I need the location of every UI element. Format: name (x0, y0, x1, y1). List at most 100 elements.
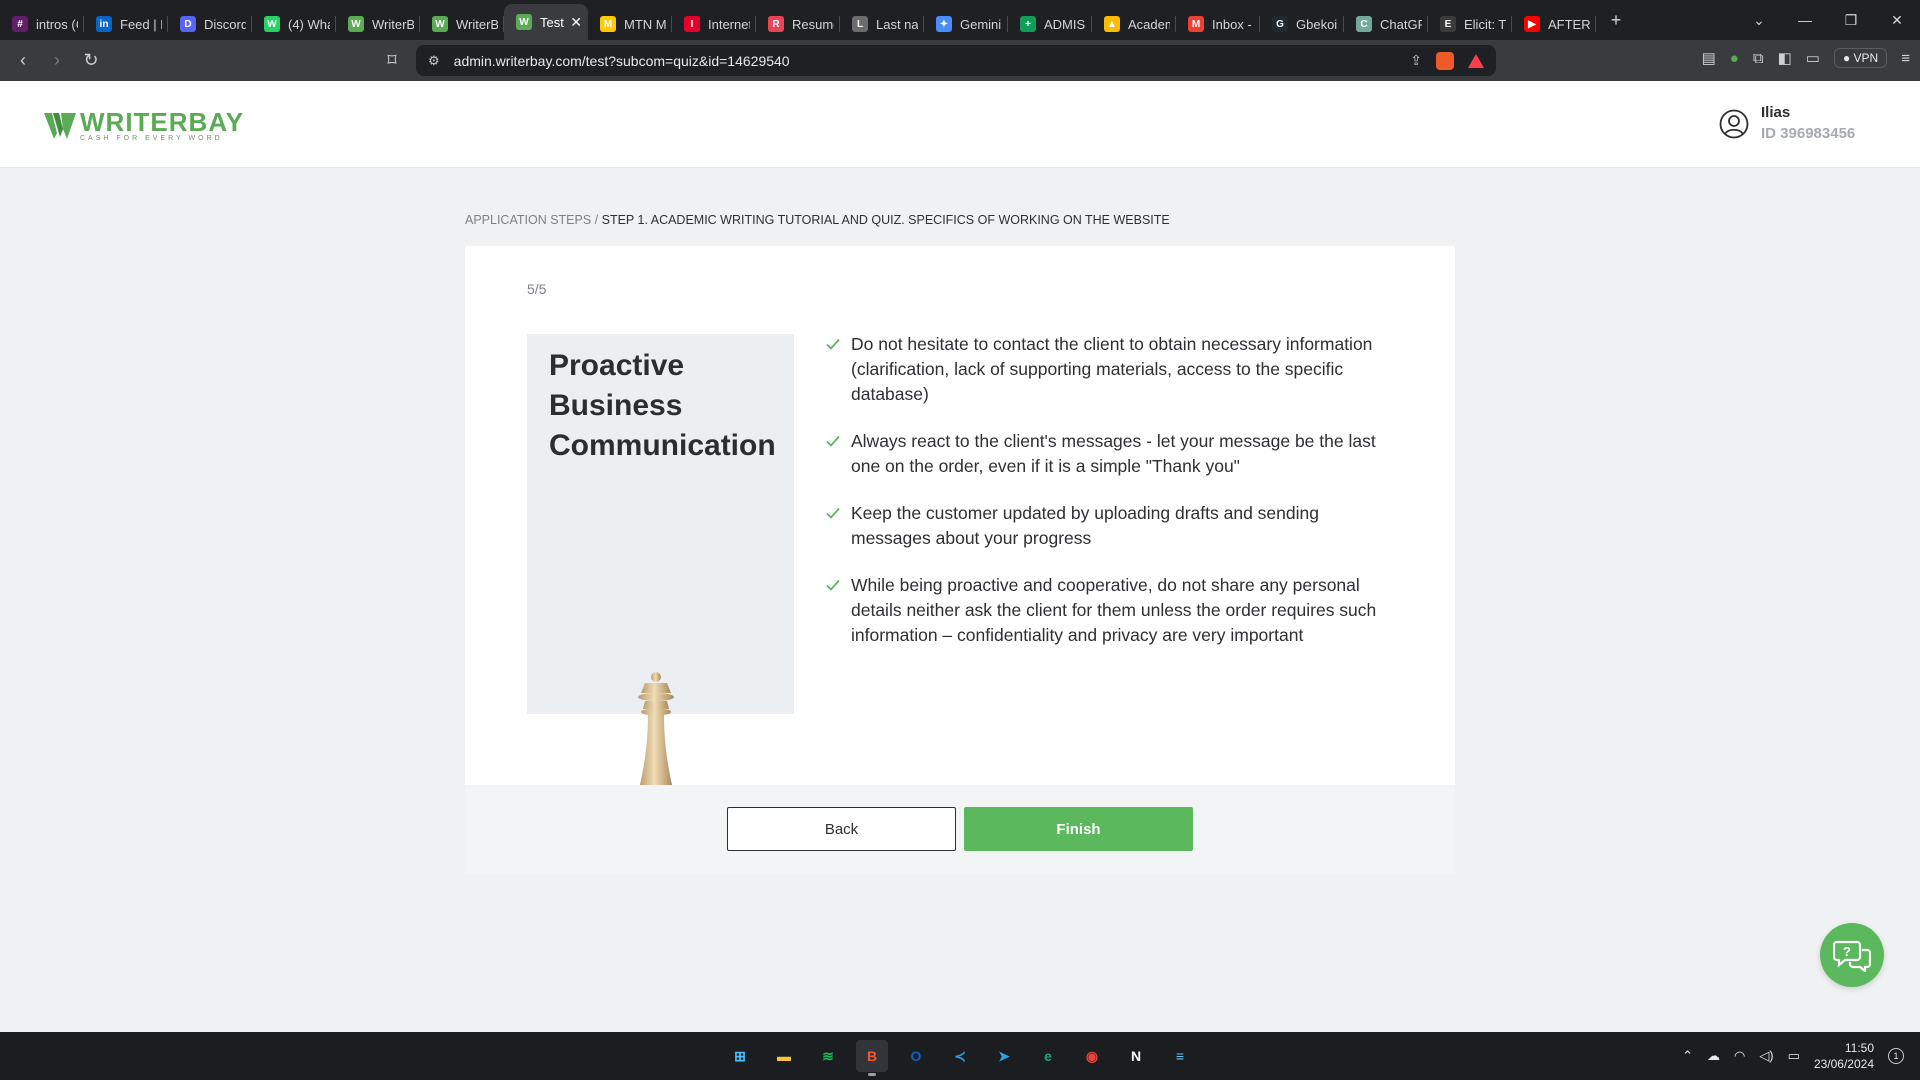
menu-icon[interactable]: ≡ (1901, 50, 1910, 67)
browser-tab[interactable]: ▲ Academ (1092, 8, 1176, 40)
browser-tab[interactable]: R Resume (756, 8, 840, 40)
browser-toolbar: ‹ › ↻ ⌑ ⚙ admin.writerbay.com/test?subco… (0, 40, 1920, 81)
notion-icon[interactable]: N (1120, 1040, 1152, 1072)
browser-tab[interactable]: M MTN Mo (588, 8, 672, 40)
tip-item: Do not hesitate to contact the client to… (825, 332, 1385, 407)
browser-tab[interactable]: L Last nam (840, 8, 924, 40)
share-icon[interactable]: ⇪ (1410, 52, 1422, 69)
browser-tab[interactable]: # intros (C (0, 8, 84, 40)
tab-title: Elicit: Th (1464, 16, 1506, 32)
browser-tab[interactable]: in Feed | Li (84, 8, 168, 40)
tab-title: AFTER S (1548, 16, 1590, 32)
clock-time: 11:50 (1844, 1041, 1874, 1055)
user-menu[interactable]: Ilias ID 396983456 (1719, 103, 1855, 145)
check-icon (826, 579, 840, 591)
vscode-icon[interactable]: ≺ (944, 1040, 976, 1072)
browser-tab[interactable]: ✦ Gemini (924, 8, 1008, 40)
forward-nav-icon[interactable]: › (40, 44, 74, 78)
browser-tab[interactable]: ▶ AFTER S (1512, 8, 1596, 40)
onedrive-icon[interactable]: ☁ (1707, 1048, 1720, 1064)
writerbay-logo-icon (44, 113, 76, 139)
tab-favicon-icon: C (1356, 16, 1372, 32)
brave-rewards-icon[interactable] (1468, 53, 1484, 68)
chrome-icon[interactable]: ◉ (1076, 1040, 1108, 1072)
start-icon[interactable]: ⊞ (724, 1040, 756, 1072)
browser-tab[interactable]: G Gbekoi (1260, 8, 1344, 40)
tab-title: Inbox - (1212, 16, 1252, 32)
outlook-icon[interactable]: O (900, 1040, 932, 1072)
close-window-button[interactable]: ✕ (1874, 0, 1920, 40)
tab-favicon-icon: M (1188, 16, 1204, 32)
new-tab-button[interactable]: + (1596, 10, 1636, 31)
writerbay-logo[interactable]: WRITERBAY CASH FOR EVERY WORD (44, 109, 244, 143)
omnibox-actions: ⇪ (1410, 51, 1484, 70)
user-avatar-icon (1719, 109, 1749, 139)
browser-tab[interactable]: W (4) What (252, 8, 336, 40)
reload-icon[interactable]: ↻ (74, 44, 108, 78)
site-settings-icon[interactable]: ⚙ (428, 53, 440, 69)
brave-icon[interactable]: B (856, 1040, 888, 1076)
brave-shields-icon[interactable] (1436, 51, 1454, 70)
tab-favicon-icon: D (180, 16, 196, 32)
tab-favicon-icon: # (12, 16, 28, 32)
file-explorer-icon[interactable]: ▬ (768, 1040, 800, 1072)
battery-icon[interactable]: ▭ (1788, 1048, 1800, 1064)
help-chat-button[interactable]: ? (1820, 923, 1884, 987)
browser-tab[interactable]: M Inbox - (1176, 8, 1260, 40)
finish-button[interactable]: Finish (964, 807, 1193, 851)
address-bar[interactable]: ⚙ admin.writerbay.com/test?subcom=quiz&i… (416, 45, 1496, 76)
volume-icon[interactable]: ◁) (1759, 1048, 1773, 1064)
tab-title: WriterBa (456, 16, 498, 32)
os-taskbar: ⊞ ▬ ≋ B O ≺ ➤ e ◉ N ≡ ⌃ ☁ ◠ ◁) ▭ 11:50 23/06/2024 … (0, 1032, 1920, 1080)
tab-title: Gbekoi (1296, 16, 1338, 32)
telegram-icon[interactable]: ➤ (988, 1040, 1020, 1072)
notification-badge[interactable]: 1 (1888, 1048, 1904, 1064)
browser-tab[interactable]: W WriterBa (420, 8, 504, 40)
window-controls: ⌄ — ❐ ✕ (1736, 0, 1920, 40)
browser-tab[interactable]: W WriterBa (336, 8, 420, 40)
extensions-puzzle-icon[interactable]: ⧉ (1753, 50, 1764, 67)
browser-tab-strip: #intros (CinFeed | LiDDiscordW(4) WhatWW… (0, 0, 1920, 40)
extension-green-icon[interactable]: ● (1730, 50, 1739, 67)
sidebar-icon[interactable]: ◧ (1778, 49, 1792, 67)
tab-title: intros (C (36, 16, 78, 32)
close-tab-icon[interactable]: ✕ (570, 14, 582, 31)
tab-title: MTN Mo (624, 16, 666, 32)
wifi-icon[interactable]: ◠ (1734, 1048, 1745, 1064)
tab-favicon-icon: W (432, 16, 448, 32)
toolbar-right-icons: ▤ ● ⧉ ◧ ▭ ● VPN ≡ (1702, 48, 1910, 68)
tray-overflow-chevron-icon[interactable]: ⌃ (1682, 1048, 1693, 1064)
user-id: ID 396983456 (1761, 125, 1856, 142)
restore-button[interactable]: ❐ (1828, 0, 1874, 40)
back-button[interactable]: Back (727, 807, 956, 851)
url-text[interactable]: admin.writerbay.com/test?subcom=quiz&id=… (454, 53, 790, 69)
taskbar-apps: ⊞ ▬ ≋ B O ≺ ➤ e ◉ N ≡ (724, 1040, 1196, 1076)
tab-title: WriterBa (372, 16, 414, 32)
tab-title: Internet (708, 16, 750, 32)
bookmark-icon[interactable]: ⌑ (375, 44, 409, 78)
wallet-icon[interactable]: ▭ (1806, 49, 1820, 67)
notepad-icon[interactable]: ≡ (1164, 1040, 1196, 1072)
tab-favicon-icon: ▶ (1524, 16, 1540, 32)
breadcrumb-current: STEP 1. ACADEMIC WRITING TUTORIAL AND QU… (601, 213, 1170, 227)
browser-tab[interactable]: D Discord (168, 8, 252, 40)
reader-mode-icon[interactable]: ▤ (1702, 49, 1716, 67)
tab-title: Resume (792, 16, 834, 32)
browser-tab[interactable]: E Elicit: Th (1428, 8, 1512, 40)
edge-icon[interactable]: e (1032, 1040, 1064, 1072)
back-nav-icon[interactable]: ‹ (6, 44, 40, 78)
browser-tab[interactable]: W Test ✕ (504, 4, 588, 40)
browser-tab[interactable]: I Internet (672, 8, 756, 40)
breadcrumb-root[interactable]: APPLICATION STEPS / (465, 213, 598, 227)
tab-favicon-icon: in (96, 16, 112, 32)
minimize-button[interactable]: — (1782, 0, 1828, 40)
spotify-icon[interactable]: ≋ (812, 1040, 844, 1072)
tip-text: Always react to the client's messages - … (851, 431, 1376, 476)
tab-title: Test (540, 14, 564, 30)
vpn-button[interactable]: ● VPN (1833, 48, 1888, 68)
browser-tab[interactable]: + ADMISS (1008, 8, 1092, 40)
browser-tab[interactable]: C ChatGP (1344, 8, 1428, 40)
tab-search-chevron-icon[interactable]: ⌄ (1736, 0, 1782, 40)
tab-title: (4) What (288, 16, 330, 32)
clock[interactable]: 11:50 23/06/2024 (1814, 1040, 1874, 1072)
